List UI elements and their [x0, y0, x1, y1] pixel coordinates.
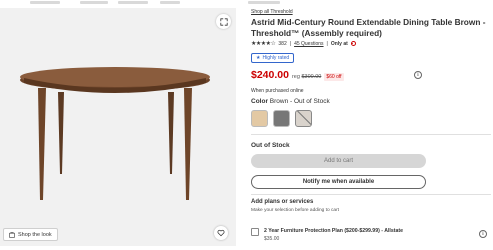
plan-price: $35.00: [264, 236, 280, 242]
plan-checkbox[interactable]: [251, 228, 259, 236]
shop-look-icon: [9, 231, 15, 238]
reg-label: reg: [291, 74, 300, 80]
rating-count[interactable]: 382: [278, 41, 286, 47]
plan-name: 2 Year Furniture Protection Plan ($200-$…: [264, 228, 403, 234]
table-image: [20, 67, 210, 200]
plans-title: Add plans or services: [251, 199, 314, 205]
thumbs-up-icon: ★: [256, 55, 261, 61]
product-title: Astrid Mid-Century Round Extendable Dini…: [251, 17, 486, 38]
discount-badge: $60 off: [324, 73, 344, 81]
shop-the-look-button[interactable]: Shop the look: [3, 228, 58, 241]
badge-label: Highly rated: [262, 55, 290, 61]
swatch-brown-selected[interactable]: [295, 110, 312, 127]
info-icon[interactable]: i: [414, 71, 422, 79]
expand-image-button[interactable]: [216, 14, 231, 29]
highly-rated-badge: ★ Highly rated: [251, 53, 295, 63]
rating-stars[interactable]: ★★★★☆: [251, 40, 276, 47]
expand-icon: [219, 17, 228, 26]
purchase-note: When purchased online: [251, 88, 304, 94]
notify-button[interactable]: Notify me when available: [251, 175, 426, 189]
swatch-natural[interactable]: [251, 110, 268, 127]
only-at-label: Only at: [330, 40, 348, 47]
top-nav-strip: [0, 0, 493, 6]
color-value: Brown - Out of Stock: [269, 98, 330, 105]
price-row: $240.00 reg $300.00 $60 off: [251, 69, 344, 81]
reg-price-value: $300.00: [301, 74, 322, 80]
color-row: Color Brown - Out of Stock: [251, 98, 330, 105]
rating-row: ★★★★☆ 382 | 45 Questions | Only at: [251, 40, 356, 47]
product-image-gallery[interactable]: Shop the look: [0, 8, 236, 246]
stock-status: Out of Stock: [251, 142, 290, 149]
questions-link[interactable]: 45 Questions: [294, 41, 323, 47]
regular-price: reg $300.00: [292, 74, 321, 80]
color-swatches: [251, 110, 312, 127]
swatch-gray[interactable]: [273, 110, 290, 127]
favorite-button[interactable]: [214, 226, 228, 240]
heart-icon: [217, 229, 225, 237]
shop-all-brand-link[interactable]: Shop all Threshold: [251, 9, 293, 15]
plans-subtitle: Make your selection before adding to car…: [251, 208, 339, 213]
plan-info-icon[interactable]: i: [479, 230, 487, 238]
target-logo-icon: [350, 41, 356, 46]
shop-the-look-label: Shop the look: [18, 231, 52, 238]
color-label: Color: [251, 98, 268, 105]
add-to-cart-button[interactable]: Add to cart: [251, 154, 426, 168]
divider: [251, 194, 491, 195]
current-price: $240.00: [251, 69, 289, 81]
divider: [251, 134, 491, 135]
